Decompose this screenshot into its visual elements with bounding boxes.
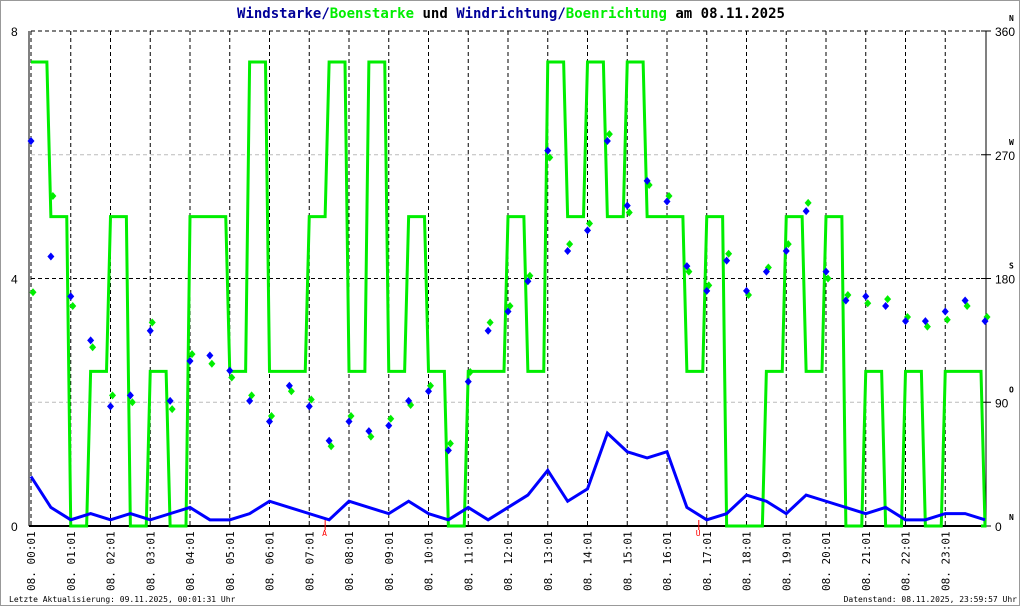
x-tick-label: 08. 21:01 — [860, 531, 873, 591]
x-tick-label: 08. 18:01 — [741, 531, 754, 591]
event-marker-label: U — [696, 529, 701, 538]
gust-direction-point — [387, 414, 395, 423]
wind-direction-point — [47, 252, 55, 261]
compass-label: W — [1009, 138, 1014, 147]
gust-direction-point — [725, 249, 733, 258]
wind-direction-point — [226, 366, 234, 375]
x-tick-label: 08. 05:01 — [224, 531, 237, 591]
wind-direction-point — [206, 351, 214, 360]
gust-direction-point — [884, 295, 892, 304]
wind-direction-point — [305, 402, 313, 411]
gust-direction-point — [605, 130, 613, 139]
x-tick-label: 08. 06:01 — [264, 531, 277, 591]
gust-direction-point — [804, 198, 812, 207]
x-tick-label: 08. 19:01 — [780, 531, 793, 591]
x-tick-label: 08. 04:01 — [184, 531, 197, 591]
last-update: Letzte Aktualisierung: 09.11.2025, 00:01… — [9, 595, 236, 604]
x-tick-label: 08. 12:01 — [502, 531, 515, 591]
x-tick-label: 08. 15:01 — [621, 531, 634, 591]
wind-direction-point — [385, 421, 393, 430]
wind-direction-point — [941, 307, 949, 316]
gust-direction-point — [89, 343, 97, 352]
right-tick-label: 360 — [995, 25, 1015, 39]
x-tick-label: 08. 08:01 — [343, 531, 356, 591]
left-tick-label: 4 — [11, 273, 18, 287]
wind-chart: Windstarke/Boenstarke und Windrichtung/B… — [0, 0, 1020, 606]
gust-direction-point — [168, 405, 176, 414]
x-tick-label: 08. 07:01 — [303, 531, 316, 591]
wind-direction-point — [464, 377, 472, 386]
gust-direction-point — [69, 302, 77, 310]
gust-direction-point — [446, 439, 454, 448]
x-tick-label: 08. 23:01 — [939, 531, 952, 591]
x-tick-label: 08. 00:01 — [25, 531, 38, 591]
compass-label: O — [1009, 385, 1014, 394]
gust-direction-point — [486, 318, 494, 327]
x-tick-label: 08. 13:01 — [542, 531, 555, 591]
right-tick-label: 90 — [995, 396, 1009, 410]
x-tick-label: 08. 22:01 — [900, 531, 913, 591]
compass-label: N — [1009, 513, 1014, 522]
event-marker-label: A — [322, 529, 327, 538]
right-tick-label: 180 — [995, 273, 1015, 287]
x-tick-label: 08. 20:01 — [820, 531, 833, 591]
gust-direction-point — [208, 359, 216, 368]
wind-direction-point — [107, 402, 114, 411]
compass-label: N — [1009, 14, 1014, 23]
compass-label: S — [1009, 262, 1014, 271]
x-tick-label: 08. 11:01 — [462, 531, 475, 591]
x-tick-label: 08. 01:01 — [65, 531, 78, 591]
right-tick-label: 0 — [995, 520, 1002, 534]
gust-direction-point — [566, 240, 574, 249]
x-tick-label: 08. 17:01 — [701, 531, 714, 591]
wind-direction-point — [87, 336, 95, 345]
wind-direction-point — [802, 207, 810, 216]
right-tick-label: 270 — [995, 149, 1015, 163]
wind-direction-point — [146, 326, 154, 335]
plot-area: 08. 00:01 08. 01:01 08. 02:01 08. 03:01 08. … — [11, 14, 1015, 591]
wind-direction-point — [862, 292, 870, 301]
x-tick-label: 08. 09:01 — [383, 531, 396, 591]
data-status: Datenstand: 08.11.2025, 23:59:57 Uhr — [843, 595, 1017, 604]
x-tick-label: 08. 14:01 — [582, 531, 595, 591]
x-tick-label: 08. 16:01 — [661, 531, 674, 591]
gust-direction-point — [29, 288, 37, 297]
wind-direction-point — [882, 302, 890, 310]
left-tick-label: 0 — [11, 520, 18, 534]
wind-direction-point — [484, 326, 492, 335]
wind-direction-point — [564, 247, 572, 255]
wind-direction-point — [584, 226, 591, 235]
x-tick-label: 08. 03:01 — [144, 531, 157, 591]
x-tick-label: 08. 10:01 — [423, 531, 436, 591]
gust-direction-point — [943, 315, 951, 324]
left-tick-label: 8 — [11, 25, 18, 39]
x-tick-label: 08. 02:01 — [105, 531, 118, 591]
